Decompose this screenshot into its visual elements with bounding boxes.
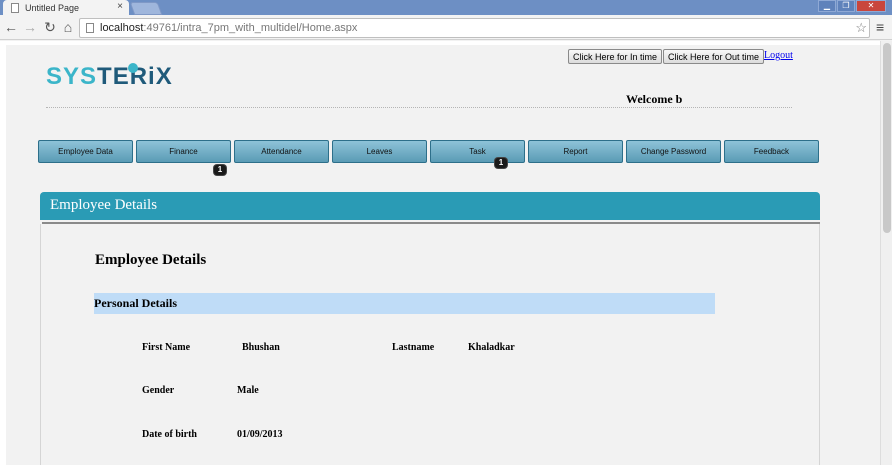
dob-value: 01/09/2013 bbox=[237, 429, 283, 440]
document-icon bbox=[86, 23, 94, 33]
gender-label: Gender bbox=[142, 385, 175, 396]
header-divider bbox=[46, 107, 792, 108]
menu-task[interactable]: Task bbox=[430, 140, 525, 163]
url-host: localhost bbox=[100, 22, 144, 34]
gender-value: Male bbox=[237, 385, 259, 396]
window-controls: ▁ ❐ ✕ bbox=[818, 0, 886, 12]
vertical-scrollbar[interactable] bbox=[880, 41, 892, 465]
forward-arrow-icon[interactable]: → bbox=[22, 18, 38, 36]
dob-label: Date of birth bbox=[142, 429, 197, 440]
tab-close-icon[interactable]: × bbox=[117, 1, 123, 12]
browser-tab-bar: Untitled Page × ▁ ❐ ✕ bbox=[0, 0, 892, 15]
welcome-text: Welcome b bbox=[626, 92, 683, 106]
menu-feedback[interactable]: Feedback bbox=[724, 140, 819, 163]
home-icon[interactable]: ⌂ bbox=[60, 18, 76, 36]
menu-attendance[interactable]: Attendance bbox=[234, 140, 329, 163]
main-menu: Employee Data Finance Attendance Leaves … bbox=[38, 140, 819, 163]
in-time-button[interactable]: Click Here for In time bbox=[568, 49, 663, 64]
logo-dot-icon bbox=[128, 63, 138, 73]
bookmark-star-icon[interactable]: ☆ bbox=[855, 20, 867, 36]
systerix-logo: SYSTERiX bbox=[46, 63, 173, 93]
finance-notification-badge[interactable]: 1 bbox=[214, 165, 226, 175]
menu-report[interactable]: Report bbox=[528, 140, 623, 163]
lastname-label: Lastname bbox=[392, 342, 435, 353]
first-name-value: Bhushan bbox=[242, 342, 280, 353]
task-notification-badge[interactable]: 1 bbox=[495, 158, 507, 168]
section-title-personal-details: Personal Details bbox=[94, 296, 177, 310]
section-bar bbox=[94, 293, 715, 314]
url-path: :49761/intra_7pm_with_multidel/Home.aspx bbox=[143, 22, 358, 34]
browser-toolbar: ← → ↻ ⌂ localhost:49761/intra_7pm_with_m… bbox=[0, 15, 892, 40]
logout-link[interactable]: Logout bbox=[764, 50, 793, 61]
menu-employee-data[interactable]: Employee Data bbox=[38, 140, 133, 163]
new-tab-button[interactable] bbox=[129, 2, 163, 15]
browser-tab[interactable]: Untitled Page × bbox=[3, 0, 129, 15]
page-viewport: Click Here for In time Click Here for Ou… bbox=[0, 41, 880, 465]
page-title: Employee Details bbox=[95, 252, 207, 268]
scrollbar-thumb[interactable] bbox=[883, 43, 891, 233]
lastname-value: Khaladkar bbox=[468, 342, 515, 353]
tab-title: Untitled Page bbox=[25, 3, 80, 13]
logo-text-part1: SYS bbox=[46, 63, 98, 90]
first-name-label: First Name bbox=[142, 342, 191, 353]
page-container: Click Here for In time Click Here for Ou… bbox=[6, 45, 880, 465]
minimize-icon[interactable]: ▁ bbox=[818, 0, 836, 12]
address-bar[interactable]: localhost:49761/intra_7pm_with_multidel/… bbox=[79, 18, 870, 38]
page-icon bbox=[11, 3, 19, 13]
back-arrow-icon[interactable]: ← bbox=[3, 18, 19, 36]
out-time-button[interactable]: Click Here for Out time bbox=[663, 49, 765, 64]
card-header: Employee Details bbox=[40, 192, 820, 220]
menu-finance[interactable]: Finance bbox=[136, 140, 231, 163]
window-close-icon[interactable]: ✕ bbox=[856, 0, 886, 12]
menu-change-password[interactable]: Change Password bbox=[626, 140, 721, 163]
maximize-icon[interactable]: ❐ bbox=[837, 0, 855, 12]
browser-menu-icon[interactable]: ≡ bbox=[876, 19, 884, 35]
reload-icon[interactable]: ↻ bbox=[42, 18, 58, 36]
menu-leaves[interactable]: Leaves bbox=[332, 140, 427, 163]
